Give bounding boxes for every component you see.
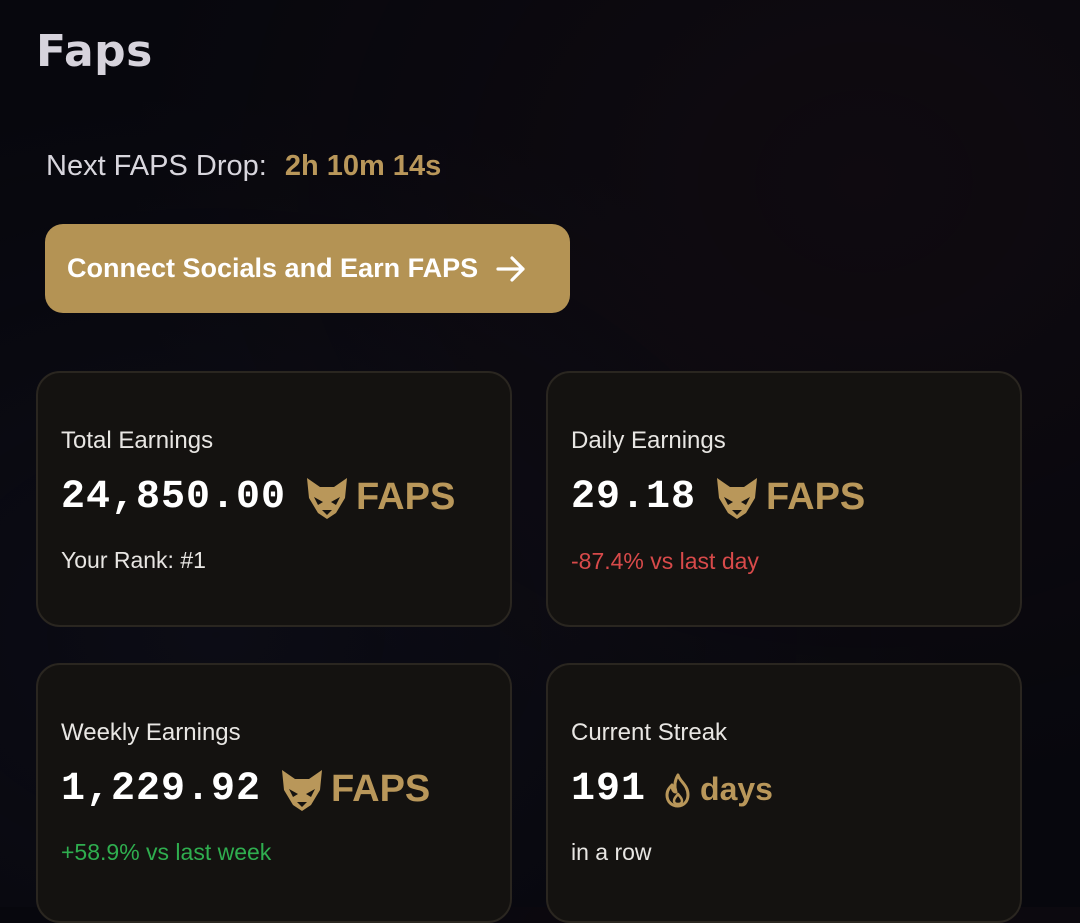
daily-earnings-value: 29.18: [571, 475, 697, 520]
flame-icon: [662, 772, 694, 808]
total-earnings-value-row: 24,850.00 FAPS: [61, 475, 455, 520]
weekly-earnings-value: 1,229.92: [61, 767, 262, 812]
arrow-right-icon: [494, 252, 528, 286]
connect-socials-button[interactable]: Connect Socials and Earn FAPS: [45, 224, 570, 313]
daily-earnings-change: -87.4% vs last day: [571, 548, 759, 574]
daily-earnings-card: Daily Earnings 29.18 FAPS -87.4% vs last…: [546, 371, 1022, 627]
fox-logo-icon: [279, 768, 325, 812]
total-earnings-rank: Your Rank: #1: [61, 547, 206, 573]
total-earnings-value: 24,850.00: [61, 475, 287, 520]
connect-socials-label: Connect Socials and Earn FAPS: [67, 253, 479, 283]
weekly-earnings-unit: FAPS: [331, 768, 431, 810]
total-earnings-card: Total Earnings 24,850.00 FAPS Your Rank:…: [36, 371, 512, 627]
current-streak-sub: in a row: [571, 839, 652, 865]
next-drop-timer: 2h 10m 14s: [284, 150, 442, 182]
fox-logo-icon: [304, 476, 350, 520]
daily-earnings-unit: FAPS: [766, 476, 866, 518]
next-drop-label: Next FAPS Drop:: [46, 150, 267, 182]
total-earnings-label: Total Earnings: [61, 427, 214, 454]
current-streak-value: 191: [571, 767, 647, 812]
current-streak-label: Current Streak: [571, 719, 728, 746]
current-streak-value-row: 191 days: [571, 767, 773, 812]
weekly-earnings-label: Weekly Earnings: [61, 719, 241, 746]
weekly-earnings-card: Weekly Earnings 1,229.92 FAPS +58.9% vs …: [36, 663, 512, 923]
weekly-earnings-value-row: 1,229.92 FAPS: [61, 767, 430, 812]
daily-earnings-value-row: 29.18 FAPS: [571, 475, 865, 520]
total-earnings-unit: FAPS: [356, 476, 456, 518]
weekly-earnings-change: +58.9% vs last week: [61, 839, 272, 865]
current-streak-unit: days: [700, 771, 773, 807]
fox-logo-icon: [714, 476, 760, 520]
next-drop-row: Next FAPS Drop: 2h 10m 14s: [46, 150, 441, 183]
page-title: Faps: [36, 26, 153, 77]
current-streak-card: Current Streak 191 days in a row: [546, 663, 1022, 923]
daily-earnings-label: Daily Earnings: [571, 427, 726, 454]
